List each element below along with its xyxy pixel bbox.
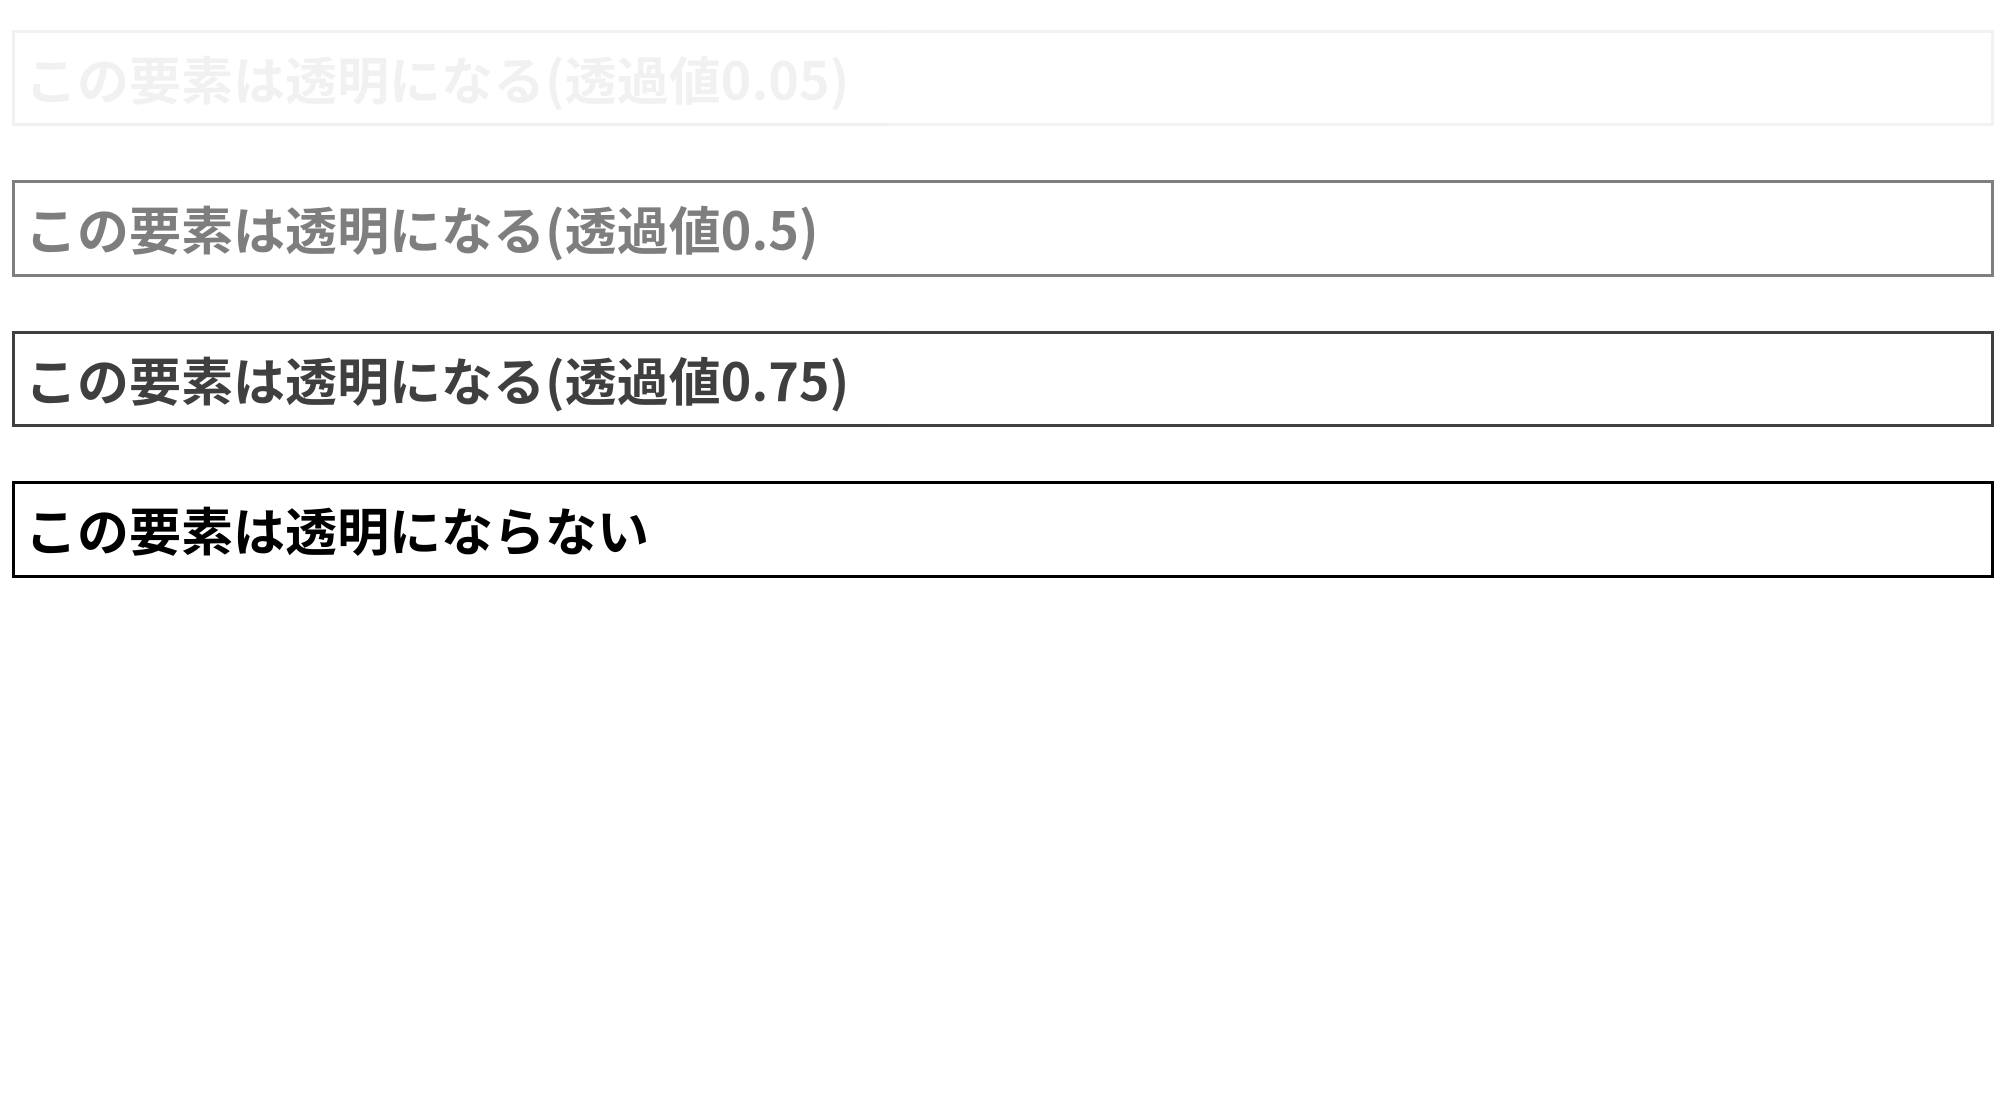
opacity-demo-text: この要素は透明になる(透過値0.75) [25, 341, 849, 416]
opacity-demo-box-100: この要素は透明にならない [12, 481, 1994, 577]
opacity-demo-text: この要素は透明にならない [25, 491, 649, 566]
opacity-demo-box-050: この要素は透明になる(透過値0.5) [12, 180, 1994, 276]
opacity-demo-box-005: この要素は透明になる(透過値0.05) [12, 30, 1994, 126]
opacity-demo-text: この要素は透明になる(透過値0.5) [25, 190, 819, 265]
opacity-demo-box-075: この要素は透明になる(透過値0.75) [12, 331, 1994, 427]
opacity-demo-text: この要素は透明になる(透過値0.05) [25, 40, 849, 115]
